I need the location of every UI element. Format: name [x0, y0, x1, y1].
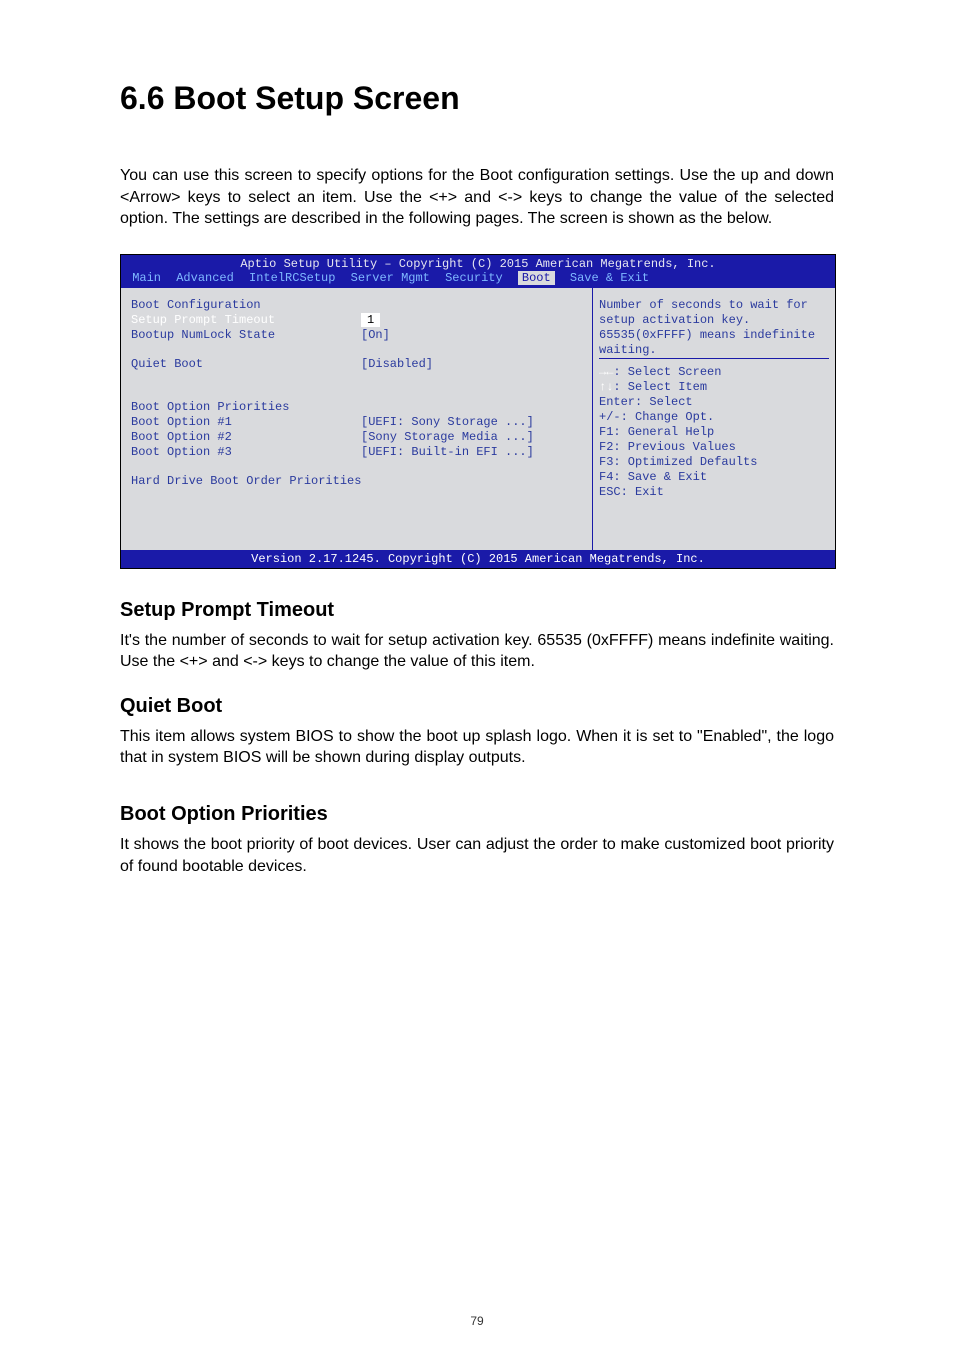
- key-help-line: F3: Optimized Defaults: [599, 455, 829, 470]
- bios-menu: Main Advanced IntelRCSetup Server Mgmt S…: [125, 271, 831, 285]
- key-help-line: : Select Item: [613, 380, 707, 394]
- bios-screenshot: Aptio Setup Utility – Copyright (C) 2015…: [120, 254, 836, 569]
- menu-item-main: Main: [132, 271, 161, 285]
- key-prefix: ↑↓: [599, 380, 613, 394]
- boot-option-2-label: Boot Option #2: [131, 430, 361, 445]
- boot-option-3-value: [UEFI: Built-in EFI ...]: [361, 445, 586, 460]
- opt-setup-prompt-timeout-value: 1: [361, 313, 380, 327]
- boot-option-3-label: Boot Option #3: [131, 445, 361, 460]
- opt-numlock-value: [On]: [361, 328, 586, 343]
- menu-item-boot-selected: Boot: [518, 271, 555, 285]
- intro-paragraph: You can use this screen to specify optio…: [120, 165, 834, 230]
- section-heading-boot-priorities: Boot Option Priorities: [131, 400, 361, 415]
- key-help-line: : Select Screen: [613, 365, 721, 379]
- boot-option-1-label: Boot Option #1: [131, 415, 361, 430]
- page-number: 79: [0, 1314, 954, 1328]
- section-body: This item allows system BIOS to show the…: [120, 726, 834, 769]
- key-prefix: →←: [599, 365, 613, 379]
- bios-left-pane: Boot Configuration Setup Prompt Timeout …: [121, 288, 593, 550]
- key-help-line: Enter: Select: [599, 395, 829, 410]
- opt-quietboot-label: Quiet Boot: [131, 357, 361, 372]
- section-heading-boot-option-priorities: Boot Option Priorities: [120, 803, 834, 826]
- key-help-line: F2: Previous Values: [599, 440, 829, 455]
- key-help-line: F1: General Help: [599, 425, 829, 440]
- section-heading-hdd-priorities: Hard Drive Boot Order Priorities: [131, 474, 361, 489]
- menu-item-advanced: Advanced: [176, 271, 234, 285]
- key-help-line: F4: Save & Exit: [599, 470, 829, 485]
- section-body: It's the number of seconds to wait for s…: [120, 630, 834, 673]
- key-help-line: ESC: Exit: [599, 485, 829, 500]
- document-page: 6.6 Boot Setup Screen You can use this s…: [0, 0, 954, 1350]
- menu-item-intelrc: IntelRCSetup: [249, 271, 335, 285]
- opt-setup-prompt-timeout-label: Setup Prompt Timeout: [131, 313, 361, 328]
- boot-option-2-value: [Sony Storage Media ...]: [361, 430, 586, 445]
- section-heading: Boot Configuration: [131, 298, 361, 313]
- menu-item-security: Security: [445, 271, 503, 285]
- section-heading-quiet-boot: Quiet Boot: [120, 695, 834, 718]
- key-help-line: +/-: Change Opt.: [599, 410, 829, 425]
- bios-right-pane: Number of seconds to wait for setup acti…: [593, 288, 835, 550]
- bios-header: Aptio Setup Utility – Copyright (C) 2015…: [125, 257, 831, 271]
- section-heading-setup-prompt: Setup Prompt Timeout: [120, 599, 834, 622]
- opt-numlock-label: Bootup NumLock State: [131, 328, 361, 343]
- page-title: 6.6 Boot Setup Screen: [120, 80, 834, 117]
- opt-quietboot-value: [Disabled]: [361, 357, 586, 372]
- bios-key-help: →←: Select Screen ↑↓: Select Item Enter:…: [599, 358, 829, 540]
- bios-body: Boot Configuration Setup Prompt Timeout …: [121, 288, 835, 550]
- bios-top-bar: Aptio Setup Utility – Copyright (C) 2015…: [121, 255, 835, 288]
- bios-footer: Version 2.17.1245. Copyright (C) 2015 Am…: [121, 550, 835, 568]
- section-body: It shows the boot priority of boot devic…: [120, 834, 834, 877]
- menu-item-servermgmt: Server Mgmt: [351, 271, 430, 285]
- menu-item-saveexit: Save & Exit: [570, 271, 649, 285]
- boot-option-1-value: [UEFI: Sony Storage ...]: [361, 415, 586, 430]
- bios-help-text: Number of seconds to wait for setup acti…: [599, 298, 829, 358]
